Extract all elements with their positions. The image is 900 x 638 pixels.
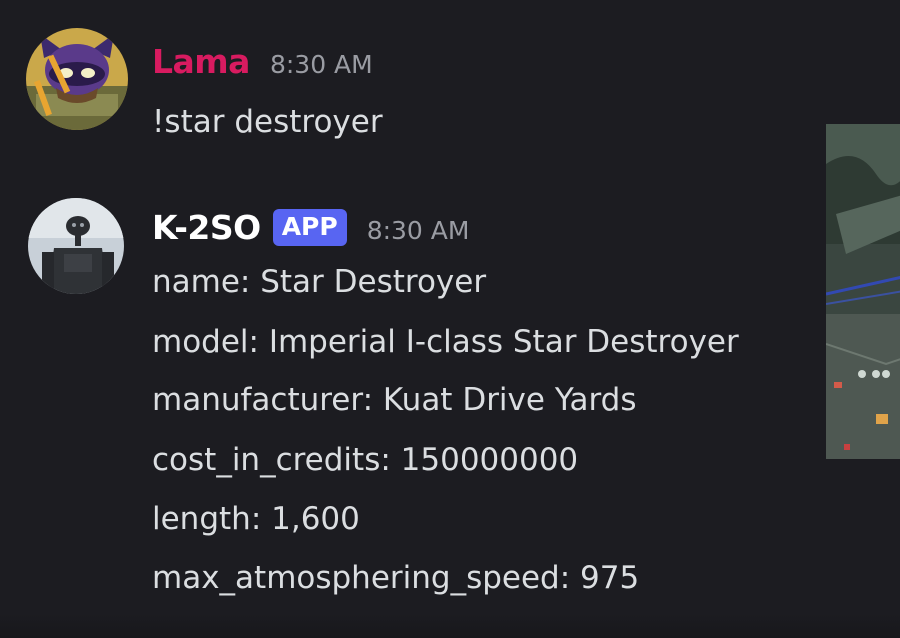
field-line: cost_in_credits: 150000000 — [152, 442, 579, 478]
field-line: length: 1,600 — [152, 501, 360, 537]
chat-window: Lama 8:30 AM !star destroyer K-2SO APP 8… — [0, 0, 900, 638]
lama-avatar-icon[interactable] — [26, 28, 128, 130]
timestamp: 8:30 AM — [366, 216, 470, 245]
divider — [0, 614, 900, 638]
field-line: manufacturer: Kuat Drive Yards — [152, 382, 637, 418]
message-lama: Lama 8:30 AM !star destroyer — [0, 0, 900, 170]
message-header: Lama 8:30 AM — [152, 42, 373, 81]
k2so-avatar-icon[interactable] — [28, 198, 124, 294]
field-line: max_atmosphering_speed: 975 — [152, 560, 640, 596]
username[interactable]: Lama — [152, 42, 250, 81]
field-line: name: Star Destroyer — [152, 264, 487, 300]
app-badge: APP — [272, 209, 347, 246]
message-text: !star destroyer — [152, 104, 383, 140]
message-k2so: K-2SO APP 8:30 AM name: Star Destroyer m… — [0, 190, 900, 610]
field-line: model: Imperial I-class Star Destroyer — [152, 324, 739, 360]
username[interactable]: K-2SO — [152, 208, 261, 247]
message-header: K-2SO APP 8:30 AM — [152, 208, 469, 247]
timestamp: 8:30 AM — [269, 50, 373, 79]
